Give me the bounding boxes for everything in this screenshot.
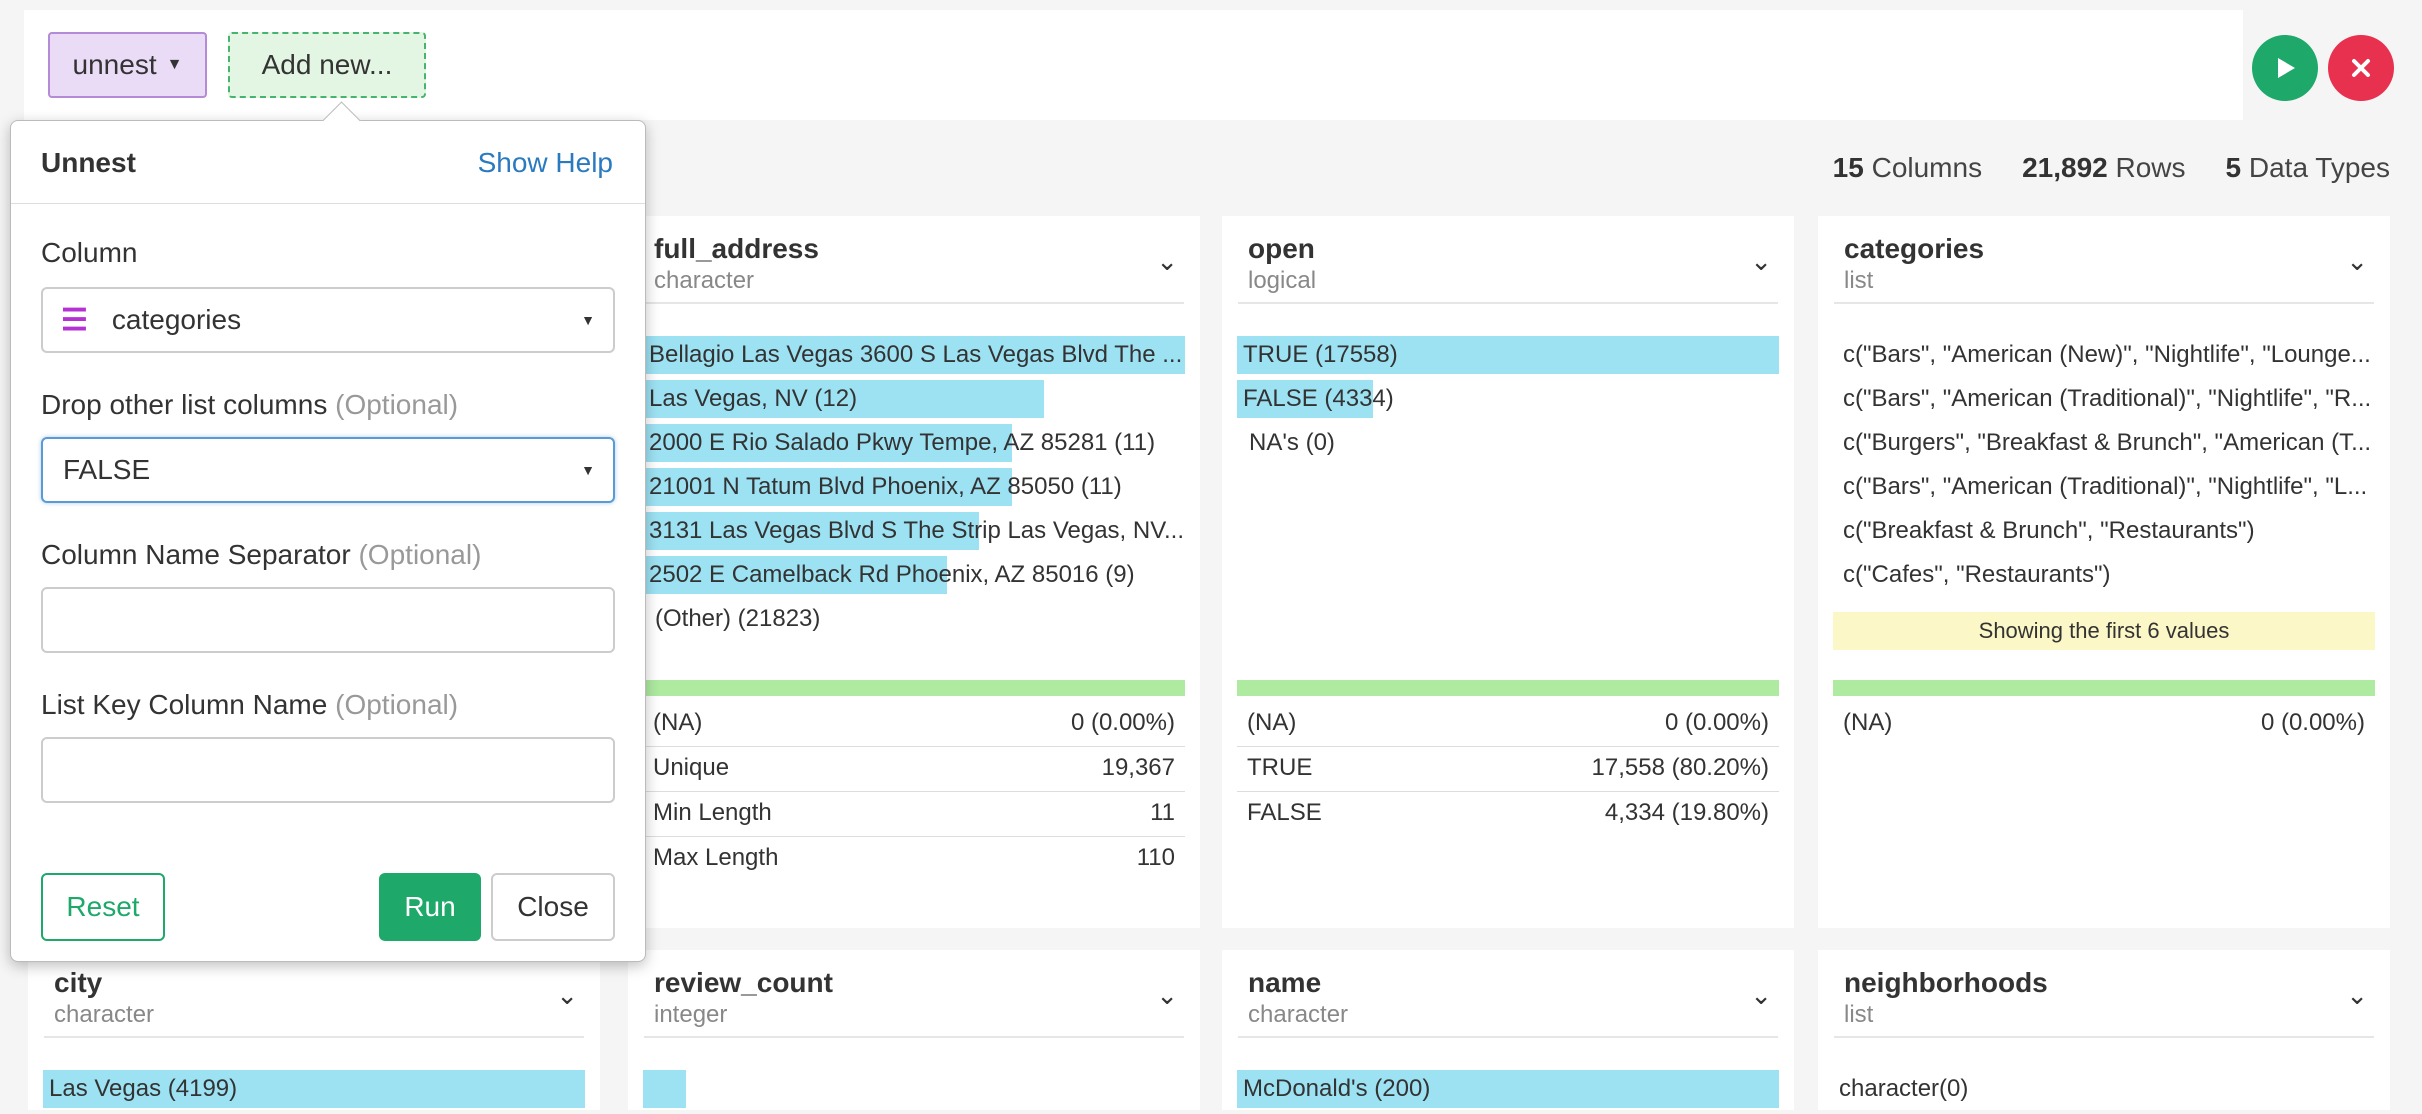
summary-row: (NA) 0 (0.00%) xyxy=(643,702,1185,747)
column-label: Column xyxy=(41,237,138,268)
column-type: list xyxy=(1844,1001,1874,1028)
chevron-down-icon[interactable]: ⌄ xyxy=(1750,980,1772,1011)
dialog-title: Unnest xyxy=(41,147,136,178)
caret-down-icon: ▼ xyxy=(581,462,595,478)
drop-list-columns-label: Drop other list columns (Optional) xyxy=(41,389,459,420)
column-name: city xyxy=(54,967,103,998)
value-bar[interactable]: 2502 E Camelback Rd Phoenix, AZ 85016 (9… xyxy=(643,556,1185,600)
column-card-open: open logical ⌄ TRUE (17558) FALSE (4334)… xyxy=(1222,216,1794,928)
column-name: categories xyxy=(1844,233,1985,264)
value-bar[interactable]: McDonald's (200) xyxy=(1237,1070,1779,1114)
summary-row: Min Length 11 xyxy=(643,792,1185,837)
chevron-down-icon[interactable]: ⌄ xyxy=(1156,980,1178,1011)
completeness-bar xyxy=(643,680,1185,696)
column-type: logical xyxy=(1248,267,1317,294)
column-card-categories: categories list ⌄ c("Bars", "American (N… xyxy=(1818,216,2390,928)
value-bar[interactable]: 2000 E Rio Salado Pkwy Tempe, AZ 85281 (… xyxy=(643,424,1185,468)
column-type: list xyxy=(1844,267,1874,294)
column-type: character xyxy=(54,1001,155,1028)
value-bar[interactable]: Las Vegas, NV (12) xyxy=(643,380,1185,424)
value-bar[interactable]: FALSE (4334) xyxy=(1237,380,1779,424)
list-item: c("Bars", "American (New)", "Nightlife",… xyxy=(1843,341,2371,368)
run-button[interactable]: Run xyxy=(379,873,481,941)
list-key-label: List Key Column Name (Optional) xyxy=(41,689,459,720)
column-type: character xyxy=(1248,1001,1349,1028)
column-name: full_address xyxy=(654,233,819,264)
play-icon xyxy=(2278,58,2295,78)
chevron-down-icon[interactable]: ⌄ xyxy=(2346,980,2368,1011)
cancel-command-button[interactable] xyxy=(2328,35,2394,101)
separator-label: Column Name Separator (Optional) xyxy=(41,539,482,570)
value-bar[interactable]: character(0) xyxy=(1833,1070,2375,1114)
column-card-full-address: full_address character ⌄ Bellagio Las Ve… xyxy=(628,216,1200,928)
chevron-down-icon[interactable]: ⌄ xyxy=(1750,246,1772,277)
column-name: open xyxy=(1248,233,1315,264)
caret-down-icon: ▼ xyxy=(166,56,183,73)
summary-row: (NA) 0 (0.00%) xyxy=(1237,702,1779,747)
list-icon: ☰ xyxy=(61,303,88,337)
value-bars: TRUE (17558) FALSE (4334) NA's (0) xyxy=(1237,336,1779,468)
column-card-review-count: review_count integer ⌄ xyxy=(628,950,1200,1110)
list-item: c("Cafes", "Restaurants") xyxy=(1843,561,2111,588)
column-card-name: name character ⌄ McDonald's (200) xyxy=(1222,950,1794,1110)
column-card-city: city character ⌄ Las Vegas (4199) xyxy=(28,950,600,1110)
value-bar[interactable]: Bellagio Las Vegas 3600 S Las Vegas Blvd… xyxy=(643,336,1185,380)
drop-list-columns-value: FALSE xyxy=(63,454,151,485)
add-new-button[interactable]: Add new... xyxy=(228,32,426,98)
summary-row: Unique 19,367 xyxy=(643,747,1185,792)
caret-down-icon: ▼ xyxy=(581,312,595,328)
column-name: neighborhoods xyxy=(1844,967,2048,998)
column-select[interactable]: ☰ categories ▼ xyxy=(41,287,615,353)
column-type: integer xyxy=(654,1001,728,1028)
na-count: NA's (0) xyxy=(1249,429,1335,456)
summary-row: (NA) 0 (0.00%) xyxy=(1843,709,2365,736)
columns-stat: 15 Columns xyxy=(1832,152,1983,183)
rows-stat: 21,892 Rows xyxy=(2022,152,2186,183)
summary-table: (NA) 0 (0.00%) TRUE 17,558 (80.20%) FALSE 4… xyxy=(1237,702,1779,836)
value-bar[interactable]: Las Vegas (4199) xyxy=(43,1070,585,1114)
list-item: c("Breakfast & Brunch", "Restaurants") xyxy=(1843,517,2255,544)
value-bar[interactable]: 3131 Las Vegas Blvd S The Strip Las Vega… xyxy=(643,512,1185,556)
column-card-neighborhoods: neighborhoods list ⌄ character(0) xyxy=(1818,950,2390,1110)
data-stats: 15 Columns 21,892 Rows 5 Data Types xyxy=(1833,152,2390,184)
bar-fill xyxy=(643,1070,687,1108)
command-selector-button[interactable]: unnest ▼ xyxy=(48,32,207,98)
column-select-value: categories xyxy=(111,304,242,335)
chevron-down-icon[interactable]: ⌄ xyxy=(1156,246,1178,277)
completeness-bar xyxy=(1833,680,2375,696)
showing-notice: Showing the first 6 values xyxy=(1833,612,2375,650)
list-item: c("Bars", "American (Traditional)", "Nig… xyxy=(1843,385,2372,412)
summary-row: FALSE 4,334 (19.80%) xyxy=(1247,799,1769,826)
list-values: c("Bars", "American (New)", "Nightlife",… xyxy=(1833,336,2375,600)
summary-row: TRUE 17,558 (80.20%) xyxy=(1237,747,1779,792)
unnest-dialog: Unnest Show Help Column ☰ categories ▼ D… xyxy=(10,101,646,962)
close-icon xyxy=(2352,59,2370,77)
value-bar[interactable]: 21001 N Tatum Blvd Phoenix, AZ 85050 (11… xyxy=(643,468,1185,512)
column-name: name xyxy=(1248,967,1322,998)
chevron-down-icon[interactable]: ⌄ xyxy=(2346,246,2368,277)
summary-table: (NA) 0 (0.00%) xyxy=(1833,702,2375,746)
summary-row: Max Length 110 xyxy=(653,844,1175,871)
separator-input[interactable] xyxy=(41,587,615,653)
close-button[interactable]: Close xyxy=(491,873,615,941)
summary-table: (NA) 0 (0.00%) Unique 19,367 Min Length 11 … xyxy=(643,702,1185,881)
drop-list-columns-select[interactable]: FALSE ▼ xyxy=(41,437,615,503)
run-command-button[interactable] xyxy=(2252,35,2318,101)
chevron-down-icon[interactable]: ⌄ xyxy=(556,980,578,1011)
other-values: (Other) (21823) xyxy=(655,605,821,632)
show-help-link[interactable]: Show Help xyxy=(478,147,613,179)
list-key-input[interactable] xyxy=(41,737,615,803)
value-bars: Bellagio Las Vegas 3600 S Las Vegas Blvd… xyxy=(643,336,1185,644)
value-bar[interactable] xyxy=(643,1070,1185,1114)
column-name: review_count xyxy=(654,967,833,998)
command-bar: unnest ▼ Add new... xyxy=(24,10,2243,120)
column-type: character xyxy=(654,267,755,294)
completeness-bar xyxy=(1237,680,1779,696)
command-label: unnest xyxy=(72,49,157,80)
list-item: c("Burgers", "Breakfast & Brunch", "Amer… xyxy=(1843,429,2372,456)
reset-button[interactable]: Reset xyxy=(41,873,165,941)
value-bar[interactable]: TRUE (17558) xyxy=(1237,336,1779,380)
list-item: c("Bars", "American (Traditional)", "Nig… xyxy=(1843,473,2368,500)
data-types-stat: 5 Data Types xyxy=(2225,152,2390,183)
